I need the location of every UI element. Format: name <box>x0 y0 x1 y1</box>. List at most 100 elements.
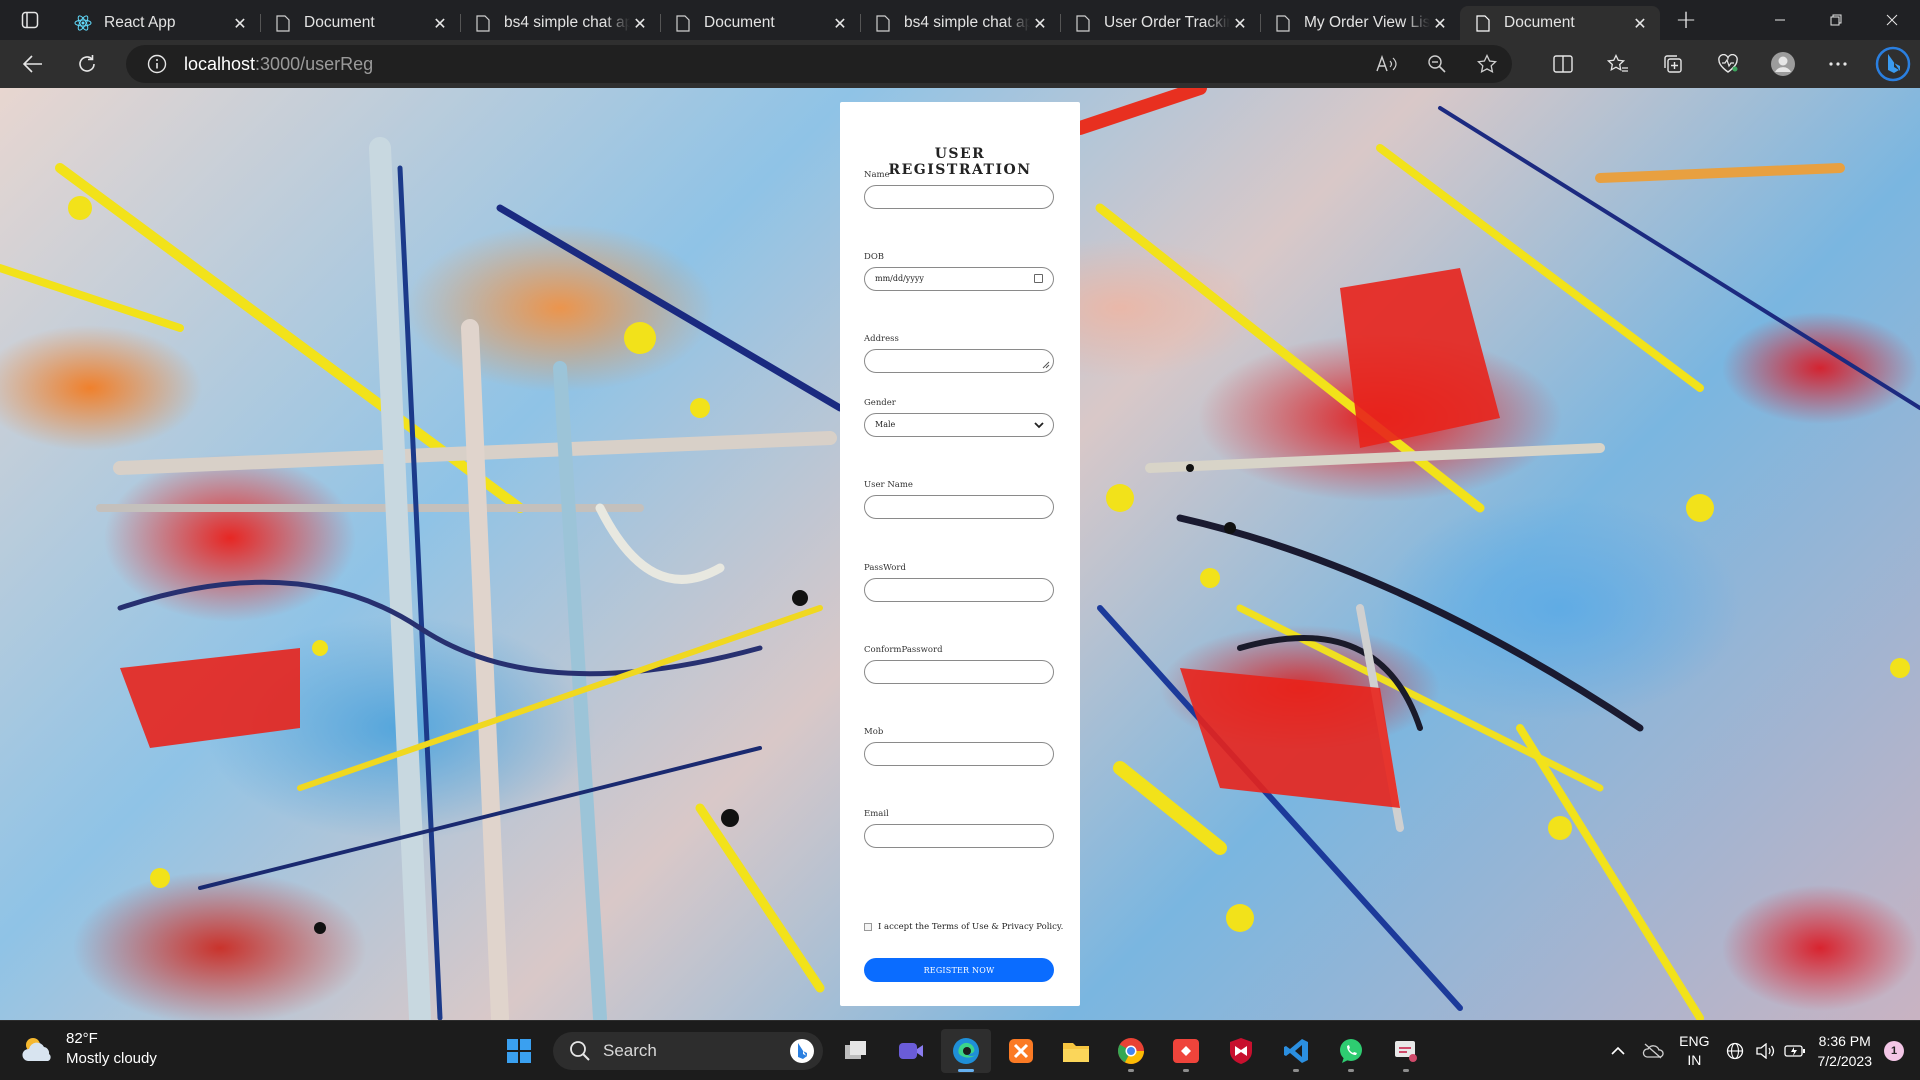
tab-actions-menu-icon[interactable] <box>0 0 60 40</box>
register-button[interactable]: REGISTER NOW <box>864 958 1054 982</box>
tab-bs4-chat[interactable]: bs4 simple chat app ✕ <box>460 6 660 40</box>
username-input[interactable] <box>864 495 1054 519</box>
toolbar-right-icons <box>1535 40 1920 88</box>
tab-bs4-chat[interactable]: bs4 simple chat app ✕ <box>860 6 1060 40</box>
battery-charging-icon[interactable] <box>1780 1031 1810 1071</box>
name-input[interactable] <box>864 185 1054 209</box>
language-indicator[interactable]: ENG IN <box>1679 1032 1709 1070</box>
minimize-icon[interactable] <box>1752 0 1808 40</box>
file-explorer-icon[interactable] <box>1051 1029 1101 1073</box>
tab-document[interactable]: Document ✕ <box>260 6 460 40</box>
close-icon[interactable]: ✕ <box>1430 13 1450 33</box>
vscode-icon[interactable] <box>1271 1029 1321 1073</box>
address-textarea[interactable] <box>864 349 1054 373</box>
site-info-icon[interactable] <box>146 53 168 75</box>
close-window-icon[interactable] <box>1864 0 1920 40</box>
tab-strip: React App ✕ Document ✕ bs4 simple chat a… <box>0 0 1920 40</box>
windows-start-icon[interactable] <box>494 1029 544 1073</box>
address-bar[interactable]: localhost:3000/userReg <box>126 45 1512 83</box>
registration-card: USER REGISTRATION Name DOB mm/dd/yyyy Ad… <box>840 102 1080 1006</box>
volume-icon[interactable] <box>1750 1031 1780 1071</box>
favorite-star-icon[interactable] <box>1462 45 1512 83</box>
more-menu-icon[interactable] <box>1810 40 1865 88</box>
favorites-icon[interactable] <box>1590 40 1645 88</box>
confirm-password-label: ConformPassword <box>864 645 943 655</box>
meet-icon[interactable] <box>886 1029 936 1073</box>
close-icon[interactable]: ✕ <box>1630 13 1650 33</box>
close-icon[interactable]: ✕ <box>1030 13 1050 33</box>
weather-desc: Mostly cloudy <box>66 1050 157 1067</box>
refresh-icon[interactable] <box>64 44 110 84</box>
system-tray: ENG IN 8:36 PM 7/2/2023 1 <box>1603 1021 1920 1080</box>
tab-title: Document <box>1504 14 1575 31</box>
close-icon[interactable]: ✕ <box>430 13 450 33</box>
url-path: :3000/userReg <box>255 53 374 74</box>
name-label: Name <box>864 170 890 180</box>
gender-label: Gender <box>864 398 896 408</box>
xampp-icon[interactable] <box>996 1029 1046 1073</box>
gender-selected: Male <box>875 420 896 429</box>
gender-field: Gender Male <box>864 398 1056 437</box>
gender-select[interactable]: Male <box>864 413 1054 437</box>
close-icon[interactable]: ✕ <box>230 13 250 33</box>
page-icon <box>1274 14 1292 32</box>
split-screen-icon[interactable] <box>1535 40 1590 88</box>
read-aloud-icon[interactable] <box>1362 45 1412 83</box>
search-label: Search <box>603 1041 657 1060</box>
react-icon <box>74 14 92 32</box>
new-tab-button[interactable]: + <box>1666 0 1706 40</box>
mob-input[interactable] <box>864 742 1054 766</box>
collections-icon[interactable] <box>1645 40 1700 88</box>
browser-essentials-icon[interactable] <box>1700 40 1755 88</box>
back-arrow-icon[interactable] <box>10 44 56 84</box>
dob-label: DOB <box>864 252 885 262</box>
mob-field: Mob <box>864 727 1056 766</box>
close-icon[interactable]: ✕ <box>830 13 850 33</box>
tab-react-app[interactable]: React App ✕ <box>60 6 260 40</box>
tab-document-active[interactable]: Document ✕ <box>1460 6 1660 40</box>
calendar-icon[interactable] <box>1034 274 1043 283</box>
clock[interactable]: 8:36 PM 7/2/2023 <box>1818 1031 1873 1071</box>
restore-icon[interactable] <box>1808 0 1864 40</box>
anydesk-icon[interactable] <box>1161 1029 1211 1073</box>
weather-widget[interactable]: 82°F Mostly cloudy <box>20 1029 157 1069</box>
chevron-up-icon[interactable] <box>1603 1031 1633 1071</box>
task-view-icon[interactable] <box>831 1029 881 1073</box>
tab-user-order-tracking[interactable]: User Order Tracking ✕ <box>1060 6 1260 40</box>
url-text[interactable]: localhost:3000/userReg <box>184 54 373 75</box>
mcafee-icon[interactable] <box>1216 1029 1266 1073</box>
snipping-tool-icon[interactable] <box>1381 1029 1431 1073</box>
page-icon <box>274 14 292 32</box>
partly-cloudy-icon <box>22 1038 51 1061</box>
onedrive-offline-icon[interactable] <box>1633 1031 1673 1071</box>
page-icon <box>1474 14 1492 32</box>
chevron-down-icon <box>1034 422 1044 429</box>
edge-icon[interactable] <box>941 1029 991 1073</box>
zoom-icon[interactable] <box>1412 45 1462 83</box>
terms-checkbox[interactable] <box>864 923 872 931</box>
resize-grip-icon[interactable] <box>1042 361 1050 369</box>
notification-badge[interactable]: 1 <box>1884 1041 1904 1061</box>
email-input[interactable] <box>864 824 1054 848</box>
confirm-password-field: ConformPassword <box>864 645 1056 684</box>
close-icon[interactable]: ✕ <box>630 13 650 33</box>
dob-input[interactable]: mm/dd/yyyy <box>864 267 1054 291</box>
tab-title: User Order Tracking <box>1104 14 1230 31</box>
lang-code: ENG <box>1679 1033 1710 1049</box>
bing-icon[interactable] <box>789 1038 815 1064</box>
close-icon[interactable]: ✕ <box>1230 13 1250 33</box>
confirm-password-input[interactable] <box>864 660 1054 684</box>
chrome-icon[interactable] <box>1106 1029 1156 1073</box>
weather-text: 82°F Mostly cloudy <box>66 1029 157 1069</box>
weather-temp: 82°F <box>66 1030 98 1047</box>
taskbar-search[interactable]: Search <box>553 1032 823 1070</box>
profile-avatar-icon[interactable] <box>1755 40 1810 88</box>
page-icon <box>874 14 892 32</box>
bing-copilot-icon[interactable] <box>1865 40 1920 88</box>
tab-document[interactable]: Document ✕ <box>660 6 860 40</box>
taskbar: 82°F Mostly cloudy Search ENG IN 8:36 PM… <box>0 1020 1920 1080</box>
network-globe-icon[interactable] <box>1720 1031 1750 1071</box>
whatsapp-icon[interactable] <box>1326 1029 1376 1073</box>
password-input[interactable] <box>864 578 1054 602</box>
tab-my-order-view[interactable]: My Order View List ✕ <box>1260 6 1460 40</box>
